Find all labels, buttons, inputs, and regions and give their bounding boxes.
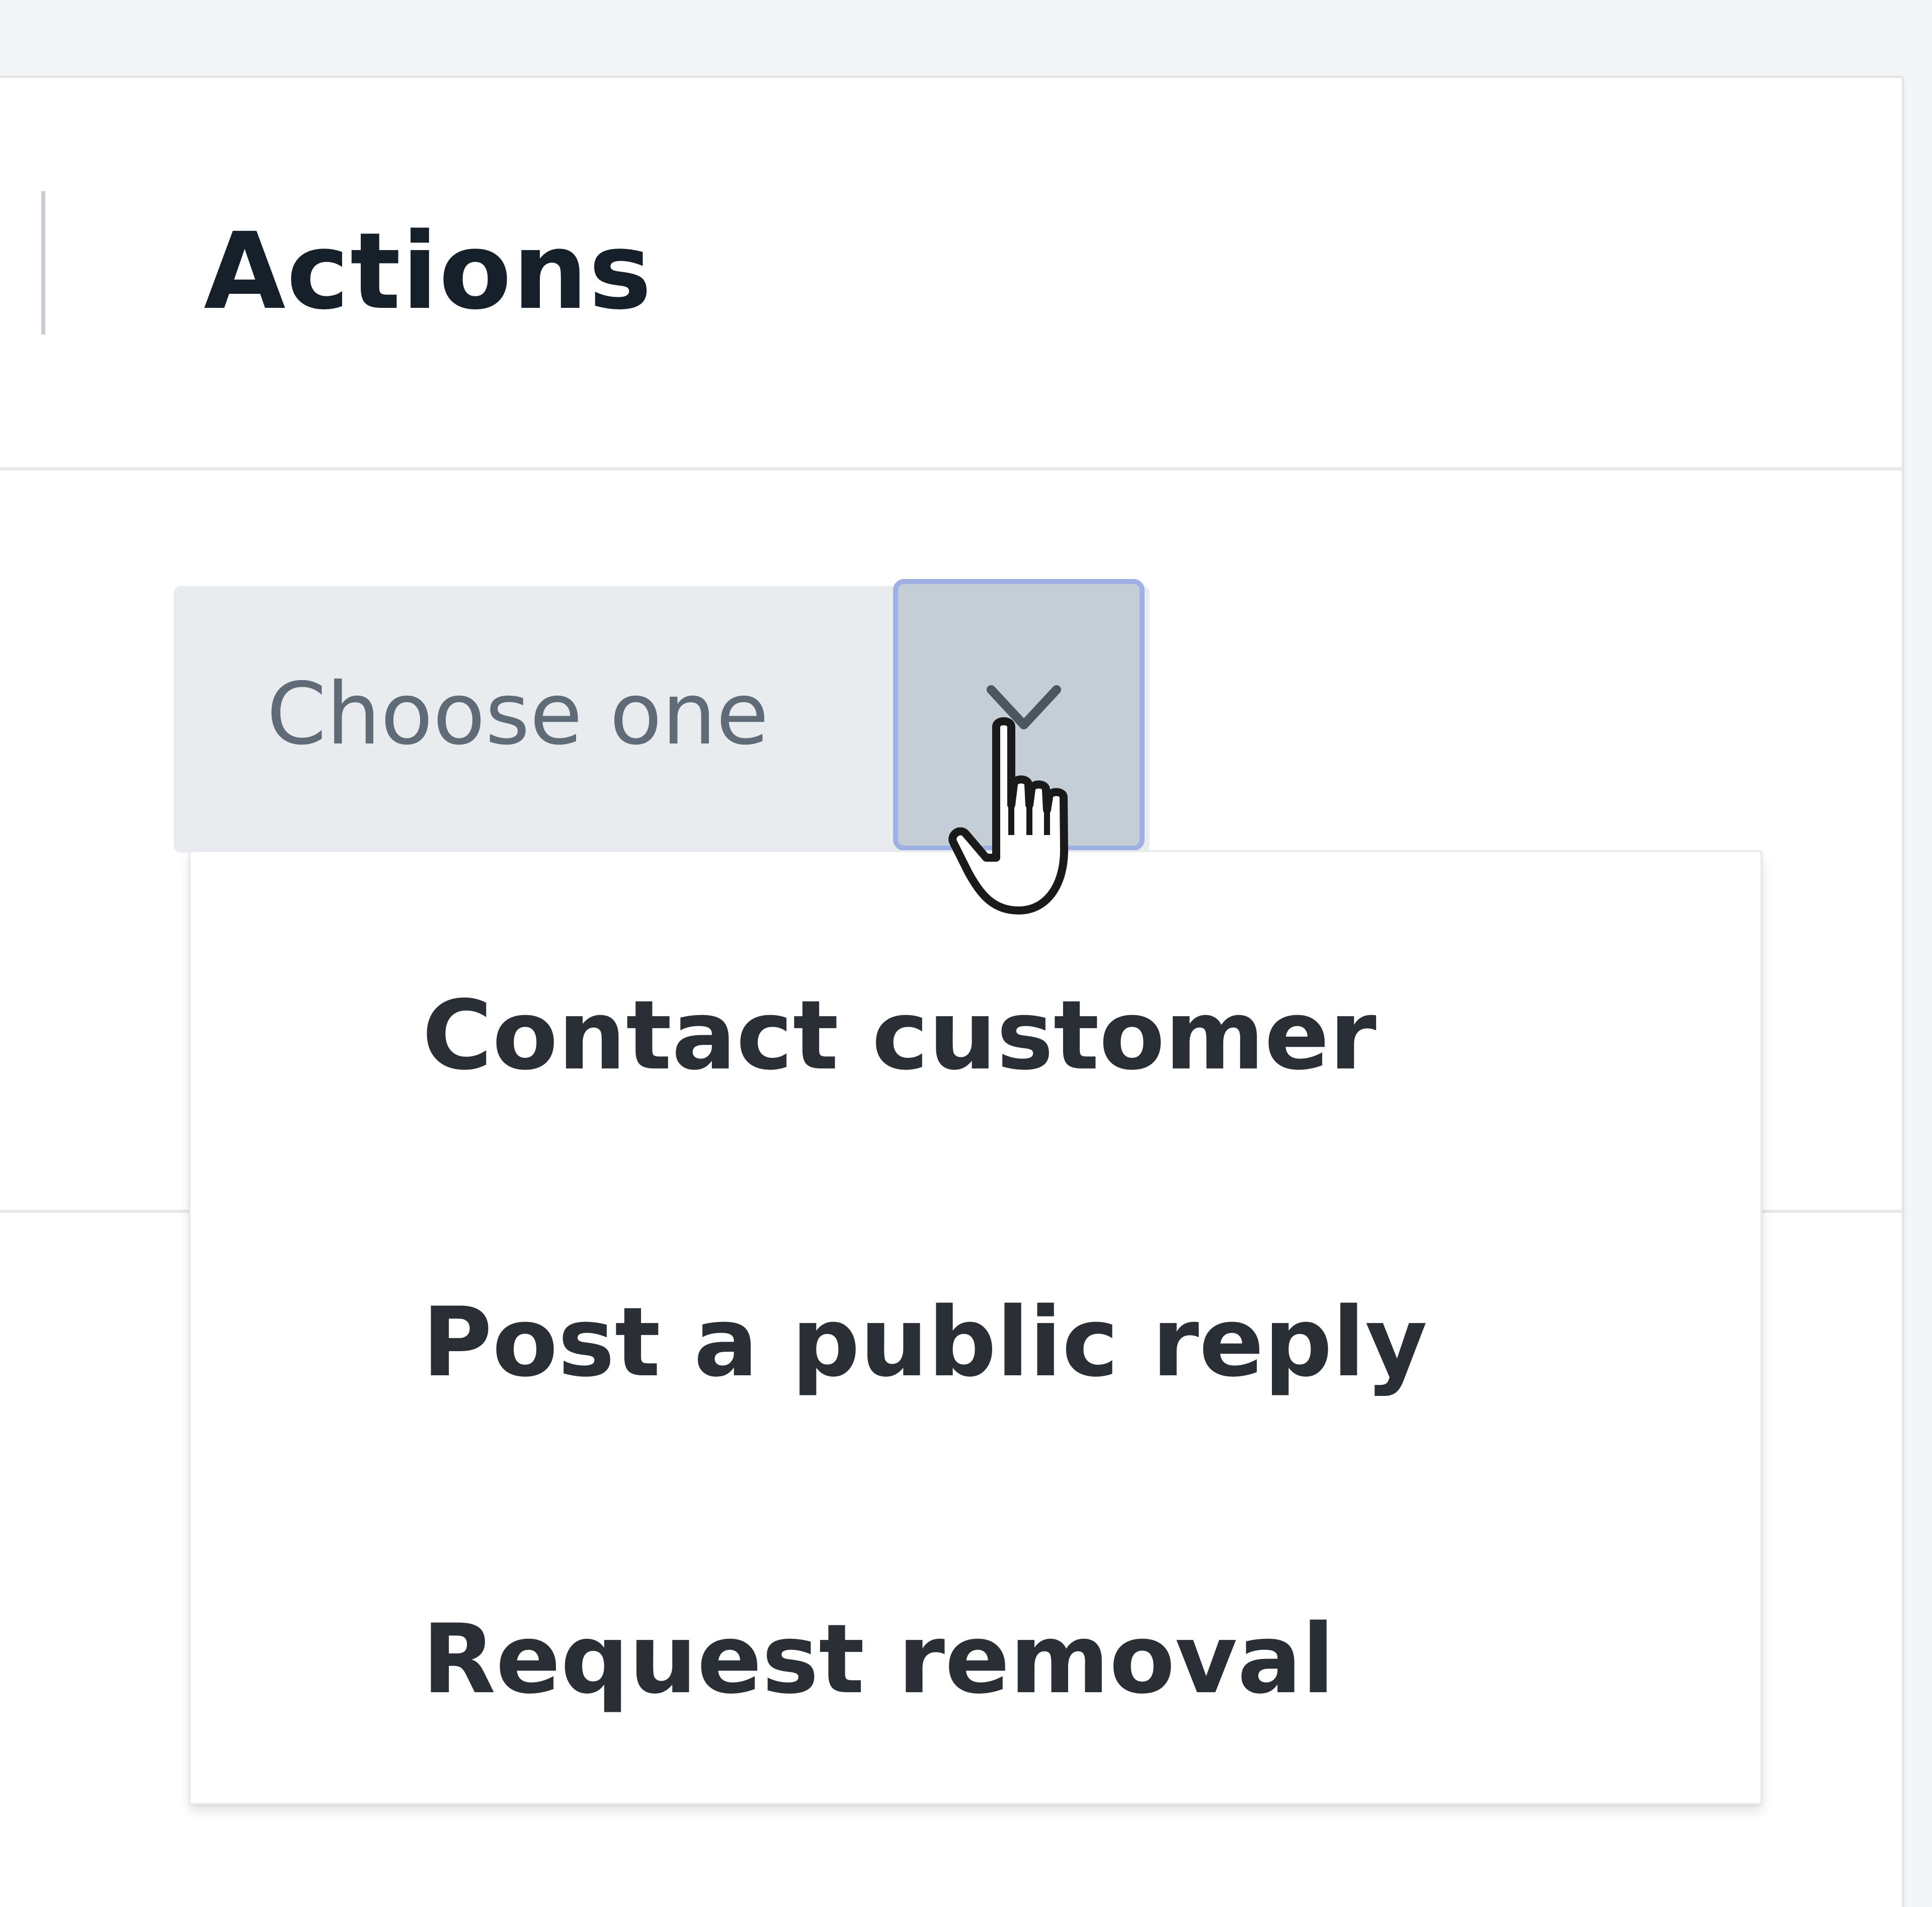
hand-pointer-icon xyxy=(948,717,1068,915)
action-options-menu: Contact customer Post a public reply Req… xyxy=(189,850,1762,1805)
select-value: Choose one xyxy=(267,665,769,764)
option-contact-customer[interactable]: Contact customer xyxy=(422,988,1377,1084)
option-post-public-reply[interactable]: Post a public reply xyxy=(422,1295,1427,1390)
actions-heading: Actions xyxy=(204,210,653,333)
column-divider xyxy=(41,191,45,335)
panel-header: Actions xyxy=(0,78,1902,470)
option-request-removal[interactable]: Request removal xyxy=(422,1612,1335,1707)
